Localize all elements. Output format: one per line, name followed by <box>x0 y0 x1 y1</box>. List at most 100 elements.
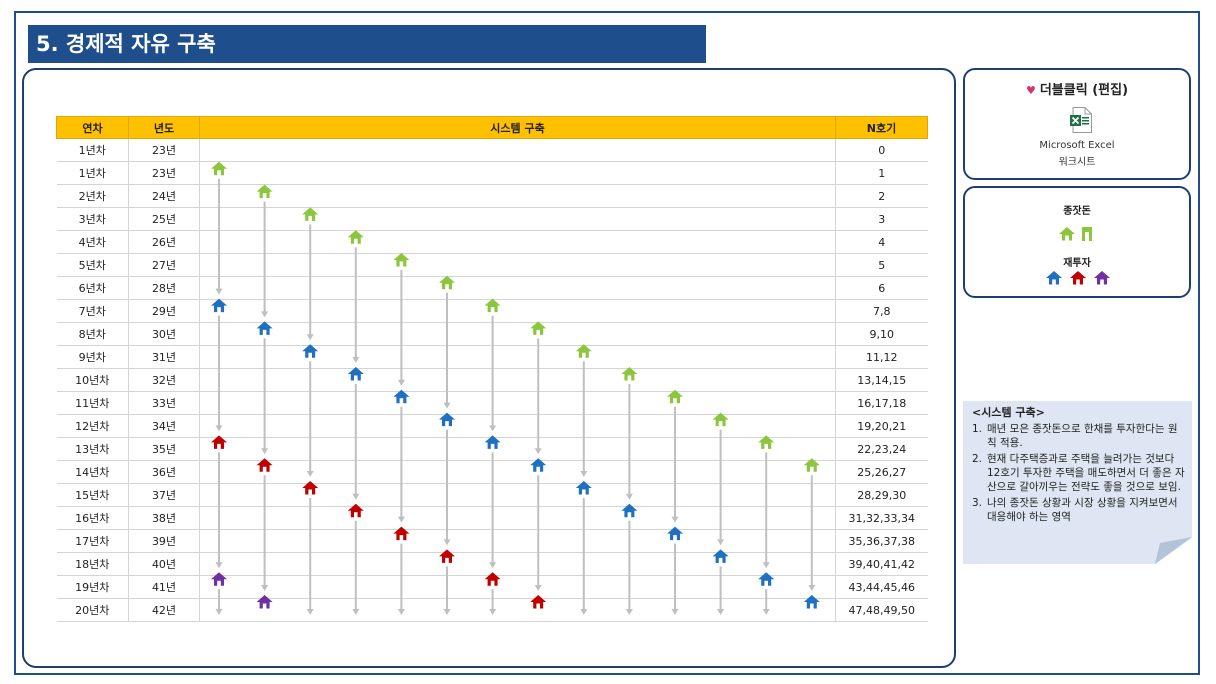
year-cell: 10년차 <box>56 368 129 392</box>
header-calendar-year: 년도 <box>128 116 200 139</box>
year-cell: 8년차 <box>56 322 129 346</box>
table-row: 9년차 31년 11,12 <box>56 345 928 369</box>
calendar-year-cell: 24년 <box>128 184 200 208</box>
note-card: <시스템 구축> 1. 매년 모은 종잣돈으로 한채를 투자한다는 원칙 적용. … <box>963 401 1192 564</box>
year-cell: 13년차 <box>56 437 129 461</box>
table-row: 10년차 32년 13,14,15 <box>56 368 928 392</box>
note-item: 1. 매년 모은 종잣돈으로 한채를 투자한다는 원칙 적용. <box>972 423 1178 449</box>
system-cell <box>199 437 836 461</box>
year-cell: 19년차 <box>56 575 129 599</box>
table-row: 7년차 29년 7,8 <box>56 299 928 323</box>
calendar-year-cell: 27년 <box>128 253 200 277</box>
system-cell <box>199 345 836 369</box>
table-row: 5년차 27년 5 <box>56 253 928 277</box>
system-cell <box>199 161 836 185</box>
table-row: 19년차 41년 43,44,45,46 <box>56 575 928 599</box>
n-units-cell: 47,48,49,50 <box>835 598 928 622</box>
table-row: 14년차 36년 25,26,27 <box>56 460 928 484</box>
n-units-cell: 2 <box>835 184 928 208</box>
year-cell: 9년차 <box>56 345 129 369</box>
calendar-year-cell: 38년 <box>128 506 200 530</box>
note-item: 3. 나의 종잣돈 상황과 시장 상황을 지켜보면서 대응해야 하는 영역 <box>972 497 1178 523</box>
system-cell <box>199 552 836 576</box>
year-cell: 3년차 <box>56 207 129 231</box>
table-row: 11년차 33년 16,17,18 <box>56 391 928 415</box>
n-units-cell: 3 <box>835 207 928 231</box>
system-cell <box>199 414 836 438</box>
header-system: 시스템 구축 <box>199 116 836 139</box>
n-units-cell: 13,14,15 <box>835 368 928 392</box>
year-cell: 12년차 <box>56 414 129 438</box>
system-cell <box>199 575 836 599</box>
n-units-cell: 31,32,33,34 <box>835 506 928 530</box>
table-row: 2년차 24년 2 <box>56 184 928 208</box>
calendar-year-cell: 32년 <box>128 368 200 392</box>
year-cell: 14년차 <box>56 460 129 484</box>
file-type-sublabel: 워크시트 <box>1058 157 1096 168</box>
year-cell: 6년차 <box>56 276 129 300</box>
year-cell: 4년차 <box>56 230 129 254</box>
n-units-cell: 4 <box>835 230 928 254</box>
year-cell: 2년차 <box>56 184 129 208</box>
year-cell: 1년차 <box>56 161 129 185</box>
table-row: 20년차 42년 47,48,49,50 <box>56 598 928 622</box>
note-list: 1. 매년 모은 종잣돈으로 한채를 투자한다는 원칙 적용. 2. 현재 다주택증… <box>972 422 1186 526</box>
embedded-object-box[interactable]: ♥ 더블클릭 (편집) Microsoft Excel 워크시트 <box>963 68 1191 180</box>
year-cell: 20년차 <box>56 598 129 622</box>
calendar-year-cell: 36년 <box>128 460 200 484</box>
table-row: 3년차 25년 3 <box>56 207 928 231</box>
system-cell <box>199 253 836 277</box>
n-units-cell: 28,29,30 <box>835 483 928 507</box>
year-cell: 7년차 <box>56 299 129 323</box>
system-cell <box>199 460 836 484</box>
reinvest-house-icon-blue <box>1046 271 1062 285</box>
legend-icons <box>1046 227 1110 285</box>
calendar-year-cell: 25년 <box>128 207 200 231</box>
calendar-year-cell: 31년 <box>128 345 200 369</box>
calendar-year-cell: 26년 <box>128 230 200 254</box>
calendar-year-cell: 33년 <box>128 391 200 415</box>
edit-hint: ♥ 더블클릭 (편집) <box>965 79 1189 98</box>
calendar-year-cell: 40년 <box>128 552 200 576</box>
system-cell <box>199 368 836 392</box>
reinvest-house-icon-red <box>1070 271 1086 285</box>
n-units-cell: 9,10 <box>835 322 928 346</box>
file-type-label: Microsoft Excel <box>1039 140 1115 151</box>
seed-money-icon <box>1082 227 1092 241</box>
page-title: 5. 경제적 자유 구축 <box>28 25 706 63</box>
system-table: 연차 년도 시스템 구축 N호기 1년차 23년 0 1년차 23년 1 2년차 24년 2 3년… <box>56 116 928 622</box>
heart-icon: ♥ <box>1025 84 1036 97</box>
n-units-cell: 19,20,21 <box>835 414 928 438</box>
system-cell <box>199 322 836 346</box>
system-cell <box>199 276 836 300</box>
calendar-year-cell: 29년 <box>128 299 200 323</box>
year-cell: 5년차 <box>56 253 129 277</box>
seed-house-icon <box>1059 227 1075 241</box>
year-cell: 16년차 <box>56 506 129 530</box>
calendar-year-cell: 35년 <box>128 437 200 461</box>
system-cell <box>199 506 836 530</box>
table-header-row: 연차 년도 시스템 구축 N호기 <box>56 116 928 139</box>
n-units-cell: 16,17,18 <box>835 391 928 415</box>
calendar-year-cell: 30년 <box>128 322 200 346</box>
table-row: 1년차 23년 0 <box>56 138 928 162</box>
system-cell <box>199 598 836 622</box>
calendar-year-cell: 34년 <box>128 414 200 438</box>
system-cell <box>199 184 836 208</box>
system-cell <box>199 483 836 507</box>
note-item: 2. 현재 다주택증과로 주택을 늘려가는 것보다 12호기 투자한 주택을 매도… <box>972 453 1185 493</box>
header-n-units: N호기 <box>835 116 928 139</box>
n-units-cell: 5 <box>835 253 928 277</box>
header-year: 연차 <box>56 116 129 139</box>
year-cell: 1년차 <box>56 138 129 162</box>
note-title: <시스템 구축> <box>972 406 1045 419</box>
excel-icon[interactable] <box>1070 107 1092 133</box>
legend-box: 종잣돈 재투자 <box>963 186 1191 298</box>
year-cell: 15년차 <box>56 483 129 507</box>
calendar-year-cell: 23년 <box>128 138 200 162</box>
reinvest-house-icon-purple <box>1094 271 1110 285</box>
n-units-cell: 7,8 <box>835 299 928 323</box>
n-units-cell: 43,44,45,46 <box>835 575 928 599</box>
table-row: 12년차 34년 19,20,21 <box>56 414 928 438</box>
calendar-year-cell: 28년 <box>128 276 200 300</box>
